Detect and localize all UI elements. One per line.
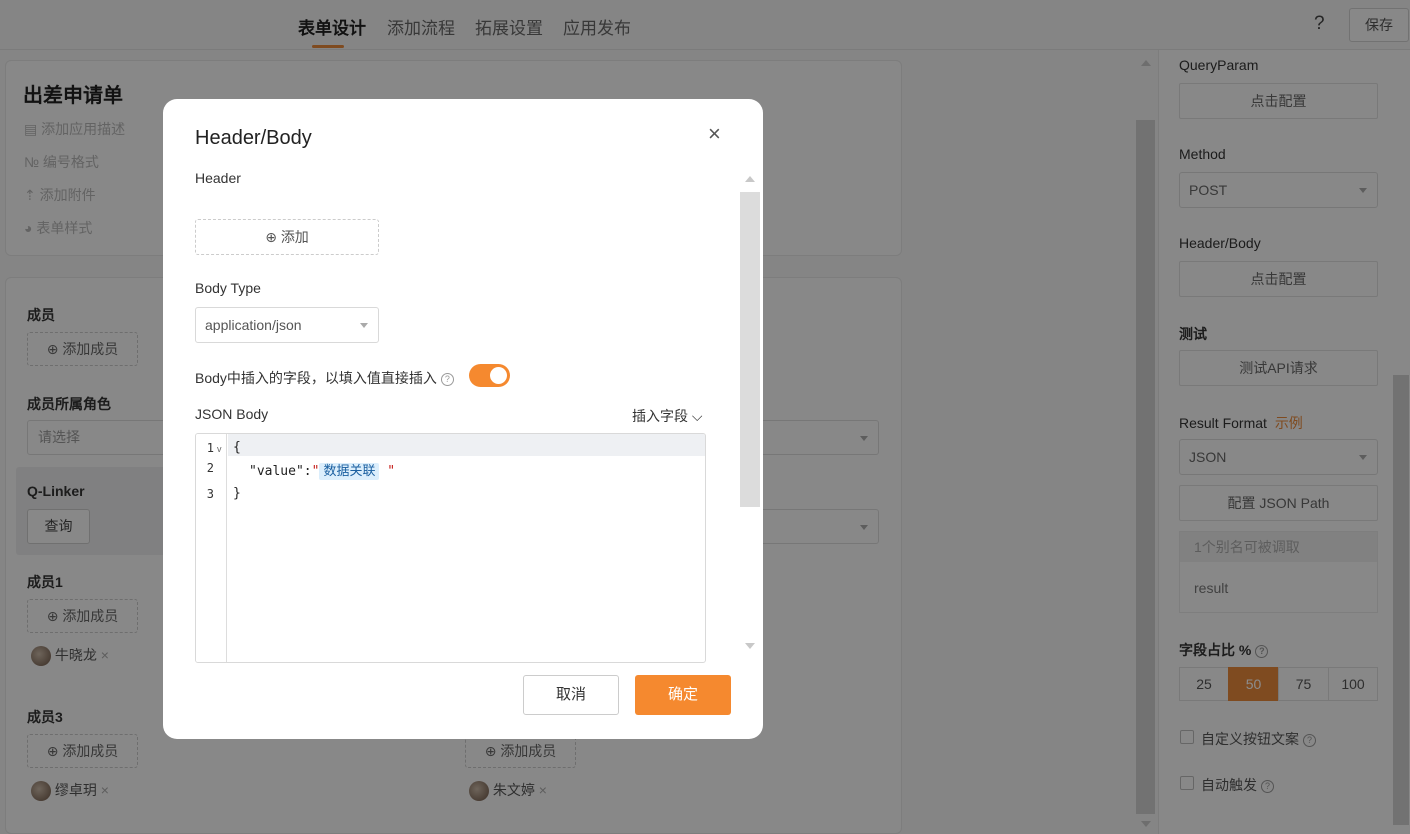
editor-gutter: 1 v 2 3 [196,434,227,662]
code-line-1: { [233,440,241,455]
code-line-3: } [233,486,241,501]
confirm-button[interactable]: 确定 [635,675,731,715]
scroll-down-icon[interactable] [745,643,755,649]
line-number: 2 [206,461,214,475]
add-header-button[interactable]: ⊕ 添加 [195,219,379,255]
code-line-2: "value":" 数据关联 " [249,463,396,480]
close-icon[interactable]: × [708,121,721,147]
line-number: 1 [206,441,214,455]
dialog-scrollbar[interactable] [740,192,760,507]
toggle-knob [490,367,507,384]
active-line-highlight [228,434,705,456]
insert-direct-label: Body中插入的字段，以填入值直接插入? [195,368,454,388]
json-editor[interactable]: 1 v 2 3 { "value":" 数据关联 " } [195,433,706,663]
scroll-up-icon[interactable] [745,176,755,182]
help-circle-icon[interactable]: ? [440,372,454,386]
json-body-label: JSON Body [195,406,269,422]
header-body-dialog: Header/Body × Header ⊕ 添加 Body Type appl… [163,99,763,739]
data-link-tag[interactable]: 数据关联 [319,463,380,480]
header-label: Header [195,170,241,186]
body-type-label: Body Type [195,280,261,296]
insert-field-dropdown[interactable]: 插入字段 ⌵ [632,406,703,426]
cancel-button[interactable]: 取消 [523,675,619,715]
plus-circle-icon: ⊕ [265,229,277,245]
chevron-down-icon: ⌵ [691,408,703,424]
fold-icon[interactable]: v [217,444,222,454]
insert-direct-toggle[interactable] [469,364,510,387]
dialog-title: Header/Body [195,127,312,149]
chevron-down-icon [360,323,368,328]
line-number: 3 [206,487,214,501]
body-type-select[interactable]: application/json [195,307,379,343]
